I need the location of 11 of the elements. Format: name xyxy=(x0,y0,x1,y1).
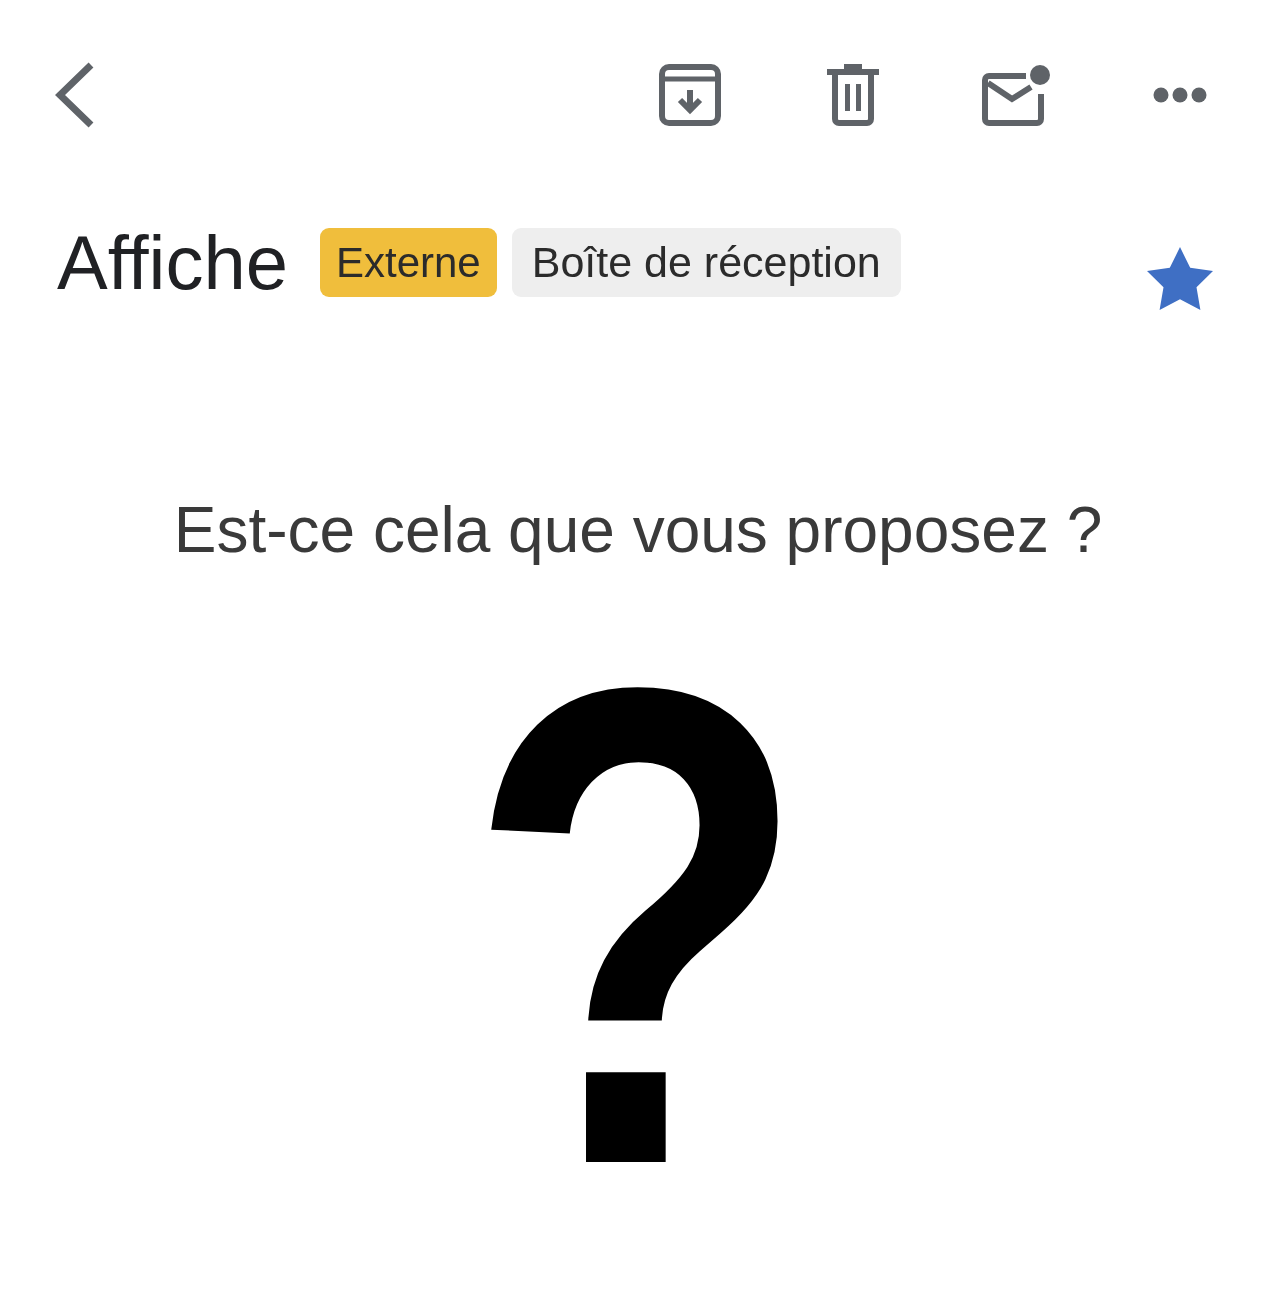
question-mark-symbol: ? xyxy=(465,684,811,1168)
more-icon[interactable] xyxy=(1153,87,1207,103)
label-chip[interactable]: Boîte de réception xyxy=(511,228,901,297)
label-chip[interactable]: Externe xyxy=(319,228,497,297)
trash-icon[interactable] xyxy=(827,64,879,126)
message-text: Est-ce cela que vous proposez ? xyxy=(173,493,1103,568)
back-icon[interactable] xyxy=(55,62,95,128)
email-subject: Affiche xyxy=(57,224,288,301)
star-filled-icon[interactable] xyxy=(1147,247,1213,310)
mail-dot-icon[interactable] xyxy=(982,64,1051,126)
archive-icon[interactable] xyxy=(659,64,721,126)
